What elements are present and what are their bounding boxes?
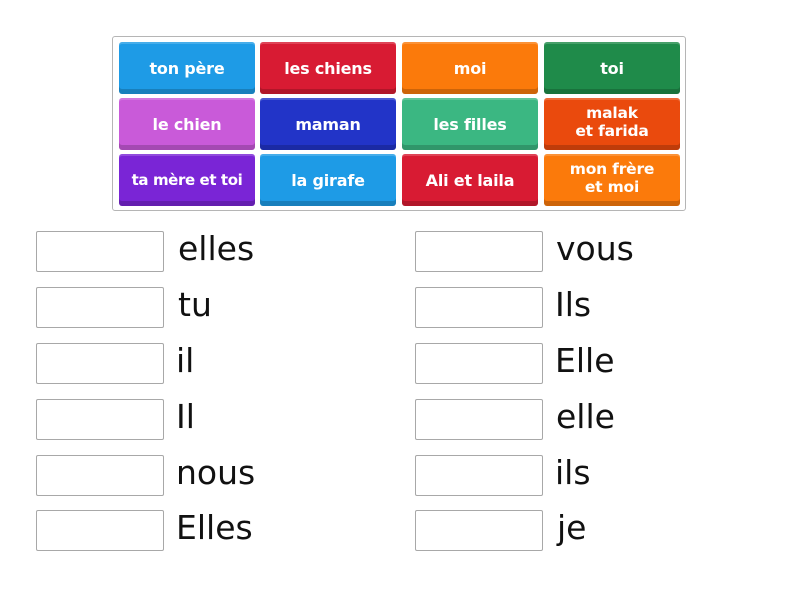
drop-slot[interactable] <box>415 455 543 496</box>
drop-slot[interactable] <box>36 343 164 384</box>
tile-mon-frere-et-moi[interactable]: mon frère et moi <box>544 154 680 206</box>
drop-slot[interactable] <box>36 510 164 551</box>
tile-malak-et-farida[interactable]: malak et farida <box>544 98 680 150</box>
drop-slot[interactable] <box>415 343 543 384</box>
tile-ton-pere[interactable]: ton père <box>119 42 255 94</box>
target-label: Il <box>176 397 195 436</box>
drop-slot[interactable] <box>415 231 543 272</box>
tile-la-girafe[interactable]: la girafe <box>260 154 396 206</box>
drop-slot[interactable] <box>36 455 164 496</box>
drop-slot[interactable] <box>415 510 543 551</box>
tile-les-filles[interactable]: les filles <box>402 98 538 150</box>
drop-slot[interactable] <box>36 399 164 440</box>
target-label: ils <box>555 453 591 492</box>
target-label: vous <box>556 229 634 268</box>
drop-slot[interactable] <box>36 231 164 272</box>
drop-slot[interactable] <box>415 287 543 328</box>
tile-ali-et-laila[interactable]: Ali et laila <box>402 154 538 206</box>
target-label: Elle <box>555 341 615 380</box>
target-label: tu <box>178 285 212 324</box>
tile-le-chien[interactable]: le chien <box>119 98 255 150</box>
target-label: Elles <box>176 508 253 547</box>
drop-slot[interactable] <box>36 287 164 328</box>
tile-moi[interactable]: moi <box>402 42 538 94</box>
answer-bank: ton père les chiens moi toi le chien mam… <box>112 36 686 211</box>
tile-maman[interactable]: maman <box>260 98 396 150</box>
target-label: il <box>176 341 195 380</box>
target-label: elles <box>178 229 255 268</box>
target-label: Ils <box>555 285 592 324</box>
tile-les-chiens[interactable]: les chiens <box>260 42 396 94</box>
target-label: nous <box>176 453 256 492</box>
tile-toi[interactable]: toi <box>544 42 680 94</box>
drop-slot[interactable] <box>415 399 543 440</box>
target-label: je <box>557 508 587 547</box>
target-label: elle <box>556 397 615 436</box>
tile-ta-mere-et-toi[interactable]: ta mère et toi <box>119 154 255 206</box>
